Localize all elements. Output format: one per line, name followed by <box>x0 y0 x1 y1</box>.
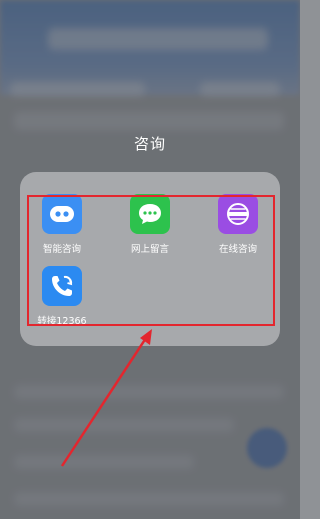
annotation-arrow <box>60 329 152 467</box>
